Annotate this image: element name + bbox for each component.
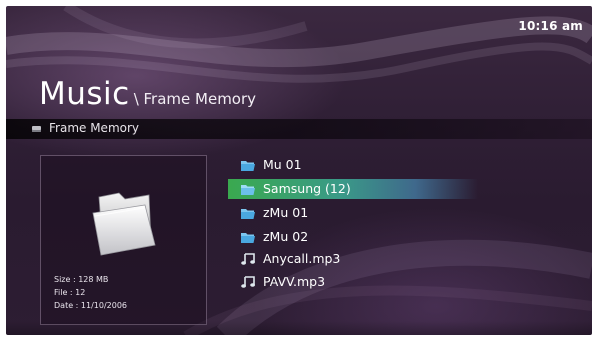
location-bar: Frame Memory [6, 119, 592, 139]
page-title-main: Music [39, 76, 130, 112]
list-item-label: PAVV.mp3 [263, 274, 326, 289]
list-item-label: zMu 02 [263, 229, 309, 244]
list-item-label: Samsung (12) [263, 181, 351, 196]
list-item[interactable]: PAVV.mp3 [228, 272, 478, 292]
page-title-path: \ Frame Memory [133, 90, 257, 108]
list-item-label: Anycall.mp3 [263, 251, 341, 266]
folder-icon [241, 161, 255, 171]
list-item[interactable]: zMu 02 [228, 227, 478, 247]
info-size: Size : 128 MB [54, 275, 109, 284]
list-item-label: zMu 01 [263, 205, 309, 220]
music-note-icon [241, 253, 255, 265]
page-title: Music \ Frame Memory [39, 76, 256, 112]
list-item[interactable]: zMu 01 [228, 203, 478, 223]
folder-icon [241, 233, 255, 243]
list-item-selected[interactable]: Samsung (12) [228, 179, 478, 199]
tv-screen: 10:16 am Music \ Frame Memory Frame Memor… [6, 6, 592, 335]
folder-icon [241, 185, 255, 195]
list-item[interactable]: Mu 01 [228, 155, 478, 175]
list-item[interactable]: Anycall.mp3 [228, 249, 478, 269]
location-label: Frame Memory [49, 121, 140, 135]
info-panel: Size : 128 MB File : 12 Date : 11/10/200… [40, 155, 207, 325]
clock: 10:16 am [518, 19, 583, 33]
music-note-icon [241, 276, 255, 288]
folder-icon [92, 192, 156, 256]
memory-card-icon [32, 126, 41, 132]
info-file-count: File : 12 [54, 288, 86, 297]
list-item-label: Mu 01 [263, 157, 302, 172]
file-list: Mu 01 Samsung (12) zMu 01 zMu 02 Anycall… [228, 151, 478, 311]
info-date: Date : 11/10/2006 [54, 301, 128, 310]
folder-icon [241, 209, 255, 219]
bottom-shade [6, 321, 592, 335]
